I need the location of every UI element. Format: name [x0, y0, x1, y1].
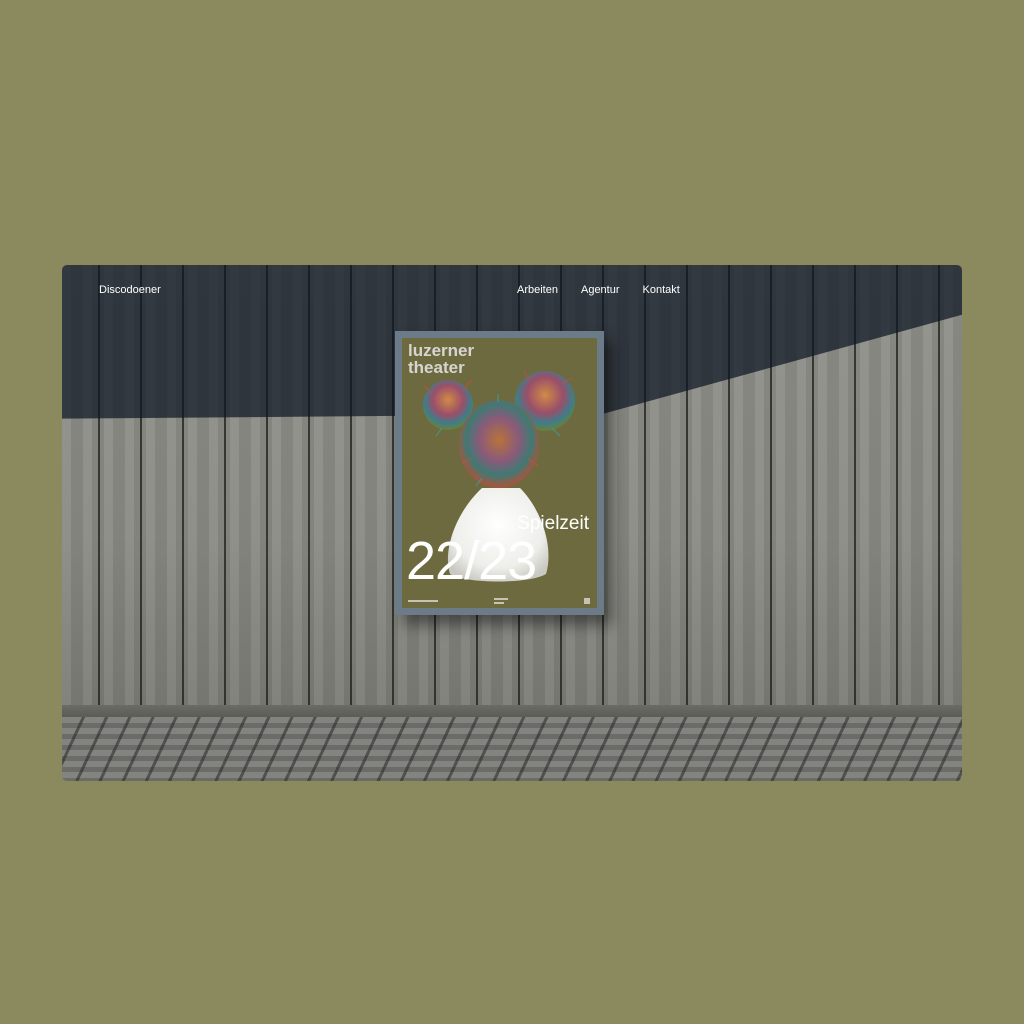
theater-poster: luzerner theater Spielzeit 22/23 [402, 338, 597, 608]
poster-footer-marks [408, 598, 591, 604]
nav-link-kontakt[interactable]: Kontakt [643, 283, 680, 297]
cobblestone-pavement [62, 717, 962, 781]
main-nav: Arbeiten Agentur Kontakt [517, 283, 703, 297]
nav-link-agentur[interactable]: Agentur [581, 283, 620, 297]
poster-title: luzerner theater [408, 341, 475, 377]
hero-image: luzerner theater Spielzeit 22/23 [62, 265, 962, 781]
poster-season-number: 22/23 [406, 531, 537, 591]
website-window: luzerner theater Spielzeit 22/23 Discodo… [62, 265, 962, 781]
poster-frame: luzerner theater Spielzeit 22/23 [395, 331, 604, 615]
nav-link-arbeiten[interactable]: Arbeiten [517, 283, 558, 297]
brand-logo[interactable]: Discodoener [99, 283, 161, 297]
